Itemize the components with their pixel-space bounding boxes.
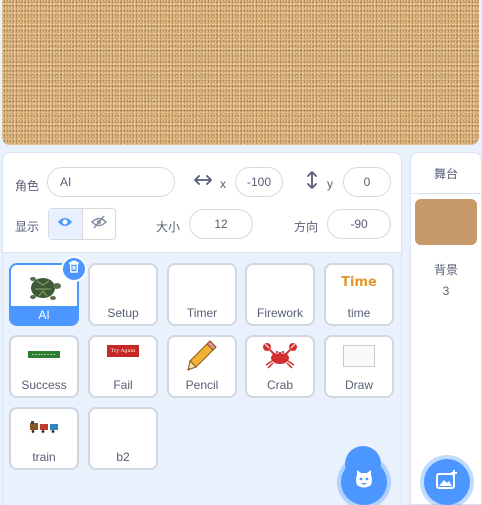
sprite-name: Draw [344,378,373,392]
sprite-name: Timer [186,306,218,320]
image-plus-icon [436,469,458,495]
horizontal-arrow-icon [194,173,212,189]
x-label: x [220,177,226,191]
direction-input[interactable]: -90 [327,209,391,239]
add-sprite-button[interactable] [341,459,387,505]
sprite-tile-b2[interactable]: b2 [88,407,158,470]
eye-icon [57,215,73,233]
sprite-name: Setup [107,306,139,320]
sprite-name: Pencil [185,378,219,392]
hide-button[interactable] [83,209,116,239]
red-banner-icon: Try Again [90,345,156,357]
add-backdrop-button[interactable] [424,459,470,505]
delete-sprite-button[interactable] [61,256,87,282]
cat-icon [353,469,375,496]
stage-target-pane[interactable]: 舞台 背景 3 [410,152,482,505]
eye-slash-icon [90,215,107,234]
backdrop-thumbnail[interactable] [415,199,477,245]
sprite-tile-crab[interactable]: Crab [245,335,315,398]
crab-icon [247,341,313,369]
y-label: y [327,177,333,191]
sprite-info-panel: 角色 AI x -100 y 0 显示 大小 12 方向 -90 [3,153,401,253]
stage-canvas[interactable] [2,0,479,145]
backdrop-label: 背景 [433,263,458,277]
empty-box-thumbnail [326,345,392,367]
direction-label: 方向 [294,220,319,234]
sprite-tile-time[interactable]: Time time [324,263,394,326]
sprite-name: Fail [113,378,133,392]
trash-icon [68,260,80,278]
sprite-name: Firework [256,306,303,320]
sprite-tile-fail[interactable]: Try Again Fail [88,335,158,398]
sprite-tile-setup[interactable]: Setup [88,263,158,326]
sprite-tile-train[interactable]: train [9,407,79,470]
sprite-tile-draw[interactable]: Draw [324,335,394,398]
pencil-icon [169,339,235,373]
time-text-thumbnail: Time [341,275,377,290]
stage-title: 舞台 [411,153,481,194]
size-label: 大小 [156,220,181,234]
vertical-arrow-icon [306,171,318,192]
x-input[interactable]: -100 [235,167,283,197]
sprite-tile-success[interactable]: Success [9,335,79,398]
sprite-tile-timer[interactable]: Timer [167,263,237,326]
train-icon [11,421,77,433]
size-input[interactable]: 12 [189,209,253,239]
green-banner-icon [11,351,77,358]
sprite-tile-pencil[interactable]: Pencil [167,335,237,398]
sprite-label: 角色 [15,179,40,193]
show-label: 显示 [15,220,40,234]
sprite-name: train [32,450,56,464]
sprite-tile-firework[interactable]: Firework [245,263,315,326]
sprite-name: Crab [266,378,293,392]
y-input[interactable]: 0 [343,167,391,197]
sprite-name: b2 [116,450,130,464]
visibility-toggle [48,208,116,240]
sprite-name-input[interactable]: AI [47,167,175,197]
backdrop-count: 3 [442,284,450,298]
sprite-name: time [347,306,371,320]
show-button[interactable] [49,209,83,239]
sprite-name: AI [11,306,77,324]
sprite-name: Success [21,378,67,392]
